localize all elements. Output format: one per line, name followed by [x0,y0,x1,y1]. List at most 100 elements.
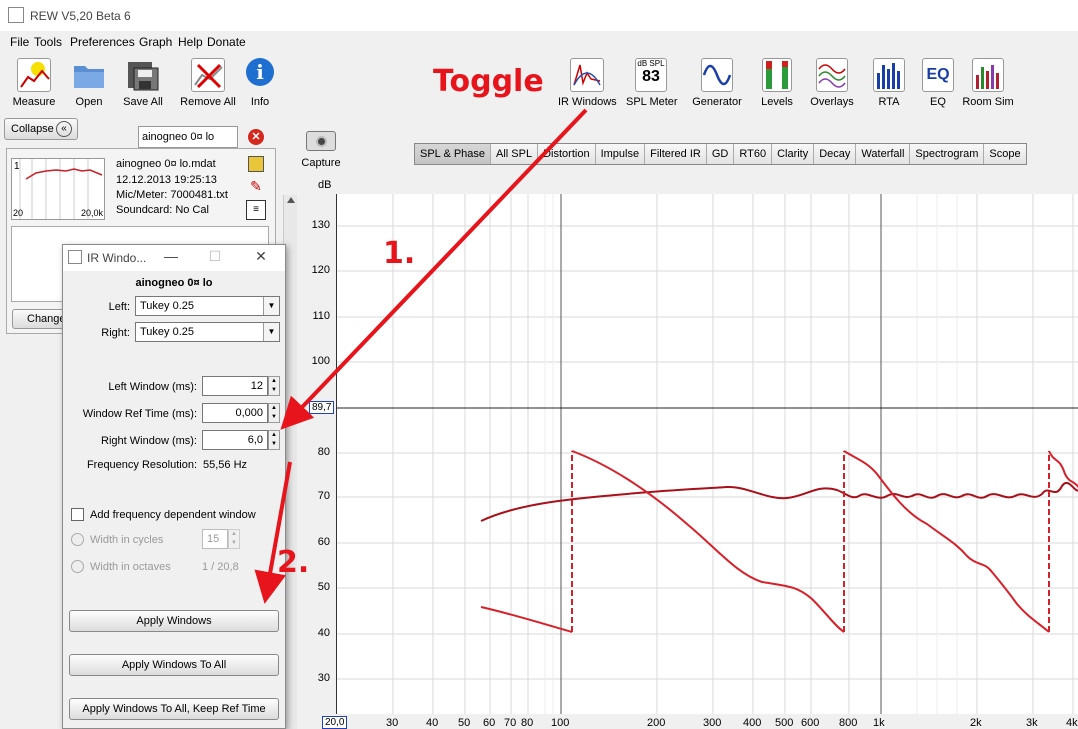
tab-clarity[interactable]: Clarity [772,144,815,164]
overlays-button[interactable]: Overlays [808,58,856,108]
right-window-type-select[interactable]: Tukey 0.25 ▼ [135,322,280,342]
tab-rt60[interactable]: RT60 [734,144,773,164]
minimize-icon[interactable]: — [159,248,183,266]
x-tick-50: 50 [458,717,471,729]
width-octaves-radio[interactable] [71,560,84,573]
ir-windows-button[interactable]: IR Windows [558,58,617,108]
scroll-up-icon[interactable] [286,197,295,203]
maximize-icon: ☐ [208,248,222,264]
right-type-label: Right: [101,327,130,339]
remove-all-button[interactable]: Remove All [178,58,238,108]
close-icon[interactable]: ✕ [249,248,273,266]
measurement-date: 12.12.2013 19:25:13 [116,174,217,186]
levels-label: Levels [761,96,793,108]
fdw-checkbox[interactable] [71,508,84,521]
tab-distortion[interactable]: Distortion [538,144,596,164]
pen-icon[interactable]: ✎ [248,178,264,194]
ir-windows-icon [570,58,604,92]
measurement-thumbnail[interactable]: 1 20 20,0k [11,158,105,220]
capture-button[interactable]: Capture [300,131,342,169]
apply-windows-to-all-button[interactable]: Apply Windows To All [69,654,279,676]
left-window-stepper[interactable]: ▲ ▼ [268,376,280,396]
rta-icon [873,58,905,92]
right-window-stepper[interactable]: ▲ ▼ [268,430,280,450]
spl-meter-icon: dB SPL 83 [635,58,667,92]
double-chevron-left-icon: « [56,121,72,137]
room-sim-button[interactable]: Room Sim [962,58,1014,108]
menu-tools[interactable]: Tools [34,35,62,49]
tab-all-spl[interactable]: All SPL [491,144,539,164]
levels-button[interactable]: Levels [758,58,796,108]
tab-impulse[interactable]: Impulse [595,144,646,164]
app-icon [8,7,24,23]
spl-graph[interactable] [336,194,1078,714]
menu-preferences[interactable]: Preferences [70,35,135,49]
info-icon: i [246,58,274,86]
generator-button[interactable]: Generator [692,58,742,108]
rta-button[interactable]: RTA [872,58,906,108]
tab-filtered-ir[interactable]: Filtered IR [645,144,707,164]
tab-spl-phase[interactable]: SPL & Phase [415,144,492,164]
save-all-button[interactable]: Save All [120,58,166,108]
menu-file[interactable]: File [10,35,29,49]
tab-spectrogram[interactable]: Spectrogram [910,144,985,164]
left-window-field[interactable]: 12 [202,376,268,396]
generator-icon [701,58,733,92]
x-tick-200: 200 [647,717,666,729]
y-tick-30: 30 [317,672,330,684]
room-sim-icon [972,58,1004,92]
tab-scope[interactable]: Scope [984,144,1026,164]
spl-meter-button[interactable]: dB SPL 83 SPL Meter [626,58,678,108]
generator-label: Generator [692,96,742,108]
spl-meter-unit: dB SPL [637,59,665,68]
width-cycles-stepper[interactable]: ▲ ▼ [228,529,240,549]
left-window-type-select[interactable]: Tukey 0.25 ▼ [135,296,280,316]
x-tick-100: 100 [551,717,570,729]
measurement-soundcard: Soundcard: No Cal [116,204,209,216]
y-tick-50: 50 [317,581,330,593]
close-measurement-icon[interactable]: ✕ [248,129,264,145]
eq-button[interactable]: EQ EQ [922,58,954,108]
tab-decay[interactable]: Decay [814,144,857,164]
open-button[interactable]: Open [70,58,108,108]
collapse-button[interactable]: Collapse « [4,118,78,140]
overlays-icon [816,58,848,92]
y-tick-40: 40 [317,627,330,639]
rta-label: RTA [878,96,900,108]
apply-windows-button[interactable]: Apply Windows [69,610,279,632]
dialog-title-bar: IR Windo... — ☐ ✕ [63,245,285,271]
tab-gd[interactable]: GD [706,144,735,164]
toggle-annotation: Toggle [433,64,544,99]
y-cursor-value: 89,7 [309,401,335,414]
thumb-xmin: 20 [13,208,24,218]
collapse-label: Collapse [11,123,54,135]
eq-icon: EQ [922,58,954,92]
menu-help[interactable]: Help [178,35,203,49]
width-cycles-field[interactable]: 15 [202,529,228,549]
x-tick-70: 70 [504,717,517,729]
ref-time-stepper[interactable]: ▲ ▼ [268,403,280,423]
info-button[interactable]: i Info [246,58,274,108]
tab-waterfall[interactable]: Waterfall [856,144,911,164]
ref-time-field[interactable]: 0,000 [202,403,268,423]
step-1-annotation: 1. [383,236,416,271]
y-tick-120: 120 [311,264,330,276]
measure-icon [17,58,51,92]
width-cycles-radio[interactable] [71,533,84,546]
menu-graph[interactable]: Graph [139,35,172,49]
notes-icon[interactable]: ≡ [246,200,266,220]
x-tick-600: 600 [801,717,820,729]
measurement-mic: Mic/Meter: 7000481.txt [116,189,228,201]
measure-label: Measure [12,96,56,108]
x-tick-1k: 1k [873,717,885,729]
x-tick-800: 800 [839,717,858,729]
room-sim-label: Room Sim [962,96,1014,108]
measurement-name-field[interactable]: ainogneo 0¤ lo [138,126,238,148]
right-window-field[interactable]: 6,0 [202,430,268,450]
measurement-file: ainogneo 0¤ lo.mdat [116,158,216,170]
measure-button[interactable]: Measure [10,58,58,108]
apply-windows-to-all-keep-ref-button[interactable]: Apply Windows To All, Keep Ref Time [69,698,279,720]
menu-donate[interactable]: Donate [207,35,246,49]
ir-windows-dialog: IR Windo... — ☐ ✕ ainogneo 0¤ lo Left: T… [62,244,286,729]
edit-icon[interactable] [248,156,264,172]
